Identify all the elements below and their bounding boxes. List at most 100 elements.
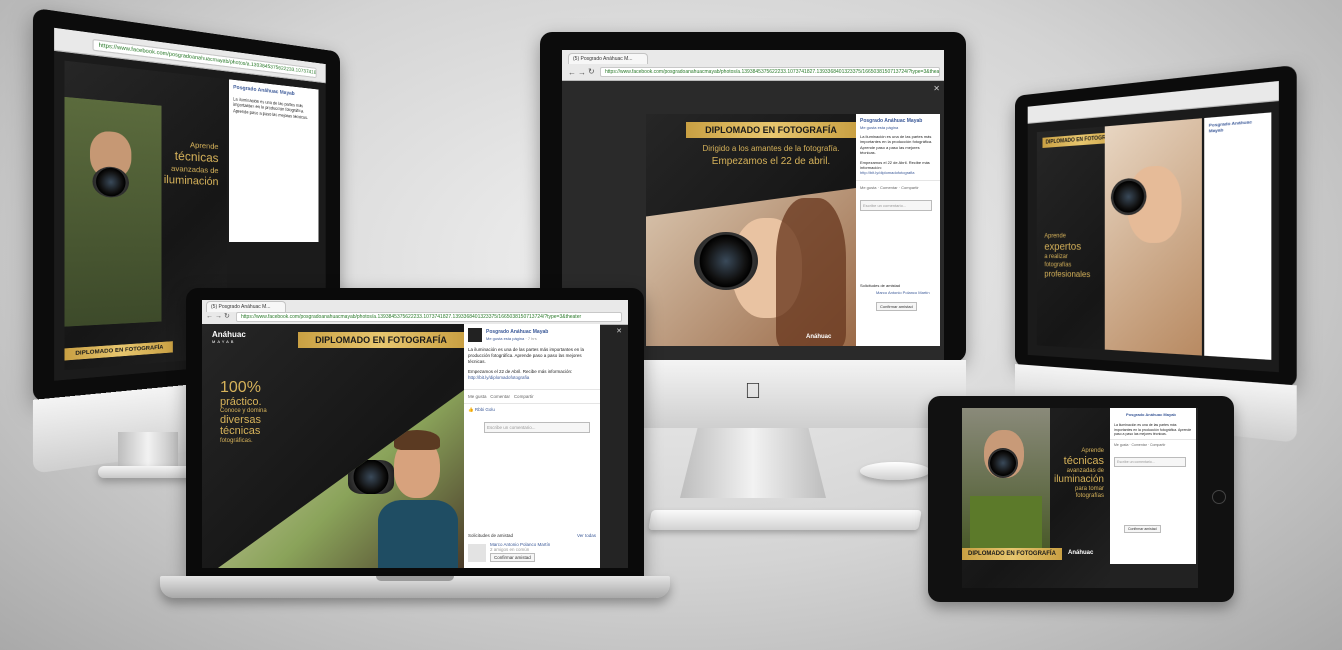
address-bar[interactable]: https://www.facebook.com/posgradoanahuac…: [600, 67, 940, 77]
brand-logo: Anáhuac: [1068, 550, 1093, 556]
friend-requests-heading: Solicitudes de amistad: [468, 533, 513, 538]
browser-tab[interactable]: (5) Posgrado Anáhuac M...: [206, 301, 286, 312]
comment-input[interactable]: Escribe un comentario...: [1114, 457, 1186, 467]
forward-arrow-icon[interactable]: →: [578, 68, 586, 77]
friend-name[interactable]: Marco Antonio Polanco Martín: [856, 290, 940, 295]
fb-panel: Posgrado Anáhuac Mayab Me gusta esta pág…: [856, 114, 940, 346]
ad-banner: Aprende técnicas avanzadas de iluminació…: [962, 408, 1110, 588]
comment-button[interactable]: Comentar: [880, 185, 898, 190]
like-button[interactable]: Me gusta: [860, 185, 876, 190]
post-cta: Empezamos el 22 de Abril. Recibe más inf…: [464, 367, 600, 383]
brand-logo: Anáhuac MAYAB: [212, 330, 246, 344]
right-imac-screen: DIPLOMADO EN FOTOGRAFÍA Aprende expertos…: [1028, 81, 1279, 372]
ad-line-5: profesionales: [1044, 269, 1090, 280]
ad-line-1: práctico.: [220, 397, 267, 409]
post-link[interactable]: http://bit.ly/diplomadofotografia: [468, 375, 529, 380]
home-button[interactable]: [1212, 490, 1226, 504]
reload-icon[interactable]: ↻: [224, 312, 230, 320]
ad-line-2: técnicas: [1054, 455, 1104, 468]
browser-tab[interactable]: (5) Posgrado Anáhuac M...: [568, 53, 648, 64]
see-all-link[interactable]: Ver todas: [577, 533, 596, 538]
tablet-screen: Aprende técnicas avanzadas de iluminació…: [962, 408, 1198, 588]
ad-title-bar: DIPLOMADO EN FOTOGRAFÍA: [298, 332, 464, 348]
close-icon[interactable]: ✕: [616, 327, 622, 335]
close-icon[interactable]: ✕: [933, 84, 940, 93]
ad-line-5: para tomar: [1054, 486, 1104, 493]
browser-toolbar: (5) Posgrado Anáhuac M... ← → ↻ https://…: [562, 50, 944, 81]
like-page-link[interactable]: Me gusta esta página: [486, 336, 524, 341]
like-button[interactable]: Me gusta: [468, 394, 487, 399]
page-avatar: [468, 328, 482, 342]
ad-title-bar: DIPLOMADO EN FOTOGRAFÍA: [962, 548, 1062, 560]
ad-line-6: fotografías: [1054, 493, 1104, 500]
reload-icon[interactable]: ↻: [588, 67, 595, 76]
back-arrow-icon[interactable]: ←: [206, 313, 213, 320]
ad-photo: [962, 408, 1050, 548]
browser-toolbar: (5) Posgrado Anáhuac M... ← → ↻ https://…: [202, 300, 628, 325]
confirm-friend-button[interactable]: Confirmar amistad: [876, 302, 917, 311]
friend-avatar: [468, 544, 486, 562]
mutual-friends: 2 amigos en común: [490, 547, 550, 552]
mouse: [860, 462, 930, 480]
fb-panel: Posgrado Anáhuac Mayab La iluminación es…: [1110, 408, 1196, 564]
address-bar[interactable]: https://www.facebook.com/posgradoanahuac…: [236, 312, 622, 322]
ad-line-1: Aprende: [1054, 448, 1104, 455]
thumbs-up-icon: 👍: [468, 407, 474, 412]
fb-panel: Posgrado Anáhuac Mayab La iluminación es…: [229, 79, 319, 242]
post-body: La iluminación es una de las partes más …: [1110, 417, 1196, 439]
share-button[interactable]: Compartir: [514, 394, 534, 399]
ad-photo: [65, 97, 162, 327]
ad-line-4: iluminación: [1054, 474, 1104, 486]
laptop: (5) Posgrado Anáhuac M... ← → ↻ https://…: [160, 288, 670, 610]
back-arrow-icon[interactable]: ←: [568, 68, 576, 77]
ad-banner: DIPLOMADO EN FOTOGRAFÍA Aprende expertos…: [1037, 118, 1202, 355]
page-name[interactable]: Posgrado Anáhuac Mayab: [856, 114, 940, 125]
post-link[interactable]: http://bit.ly/diplomadofotografia: [860, 170, 914, 175]
ad-photo: [646, 188, 856, 346]
post-time: 7 hrs: [528, 336, 537, 341]
right-imac: DIPLOMADO EN FOTOGRAFÍA Aprende expertos…: [1015, 96, 1277, 426]
ad-line-5: fotográficas.: [220, 438, 267, 444]
ad-title-bar: DIPLOMADO EN FOTOGRAFÍA: [65, 341, 173, 360]
comment-input[interactable]: Escribe un comentario...: [860, 200, 932, 211]
post-actions: Me gusta · Comentar · Compartir: [856, 180, 940, 194]
ad-banner: Anáhuac MAYAB DIPLOMADO EN FOTOGRAFÍA 10…: [202, 324, 464, 568]
forward-arrow-icon[interactable]: →: [215, 313, 222, 320]
ad-headline-4: iluminación: [164, 174, 219, 190]
tablet: Aprende técnicas avanzadas de iluminació…: [928, 396, 1234, 602]
page-name[interactable]: Posgrado Anáhuac Mayab: [1204, 112, 1271, 139]
keyboard: [648, 510, 922, 530]
share-button[interactable]: Compartir: [1150, 443, 1165, 447]
ad-line-3: a realizar: [1044, 254, 1090, 262]
post-actions: Me gusta · Comentar · Compartir: [1110, 439, 1196, 450]
confirm-friend-button[interactable]: Confirmar amistad: [490, 553, 535, 562]
comment-button[interactable]: Comentar: [490, 394, 510, 399]
brand-logo: Anáhuac: [806, 334, 831, 340]
comment-button[interactable]: Comentar: [1132, 443, 1147, 447]
post-cta: Empezamos el 22 de Abril. Recibe más inf…: [856, 160, 940, 176]
liker-name[interactable]: Rbbi Golu: [475, 407, 495, 412]
friend-requests-heading: Solicitudes de amistad: [856, 213, 940, 290]
post-body: La iluminación es una de las partes más …: [856, 130, 940, 160]
ad-line-2: expertos: [1044, 241, 1090, 254]
post-actions: Me gusta Comentar Compartir: [464, 389, 600, 404]
apple-logo-icon: : [738, 380, 768, 402]
page-name[interactable]: Posgrado Anáhuac Mayab: [1110, 408, 1196, 417]
ad-line-4: técnicas: [220, 426, 267, 438]
ad-date: Empezamos el 22 de abril.: [686, 155, 856, 169]
ad-banner: DIPLOMADO EN FOTOGRAFÍA Dirigido a los a…: [646, 114, 856, 346]
page-name[interactable]: Posgrado Anáhuac Mayab: [464, 324, 600, 335]
ad-line-3: avanzadas de: [1054, 468, 1104, 475]
laptop-screen: (5) Posgrado Anáhuac M... ← → ↻ https://…: [202, 300, 628, 568]
comment-input[interactable]: Escribe un comentario...: [484, 422, 590, 433]
like-button[interactable]: Me gusta: [1114, 443, 1128, 447]
confirm-friend-button[interactable]: Confirmar amistad: [1124, 525, 1161, 533]
ad-title-bar: DIPLOMADO EN FOTOGRAFÍA: [686, 122, 856, 138]
right-imac-display: DIPLOMADO EN FOTOGRAFÍA Aprende expertos…: [1015, 65, 1297, 445]
fb-panel: Posgrado Anáhuac Mayab: [1204, 112, 1271, 360]
ad-subtitle: Dirigido a los amantes de la fotografía.: [686, 144, 856, 155]
fb-panel: Posgrado Anáhuac Mayab Me gusta esta pág…: [464, 324, 600, 568]
share-button[interactable]: Compartir: [901, 185, 919, 190]
post-body: La iluminación es una de las partes más …: [464, 341, 600, 367]
ad-percent: 100%: [220, 380, 267, 397]
